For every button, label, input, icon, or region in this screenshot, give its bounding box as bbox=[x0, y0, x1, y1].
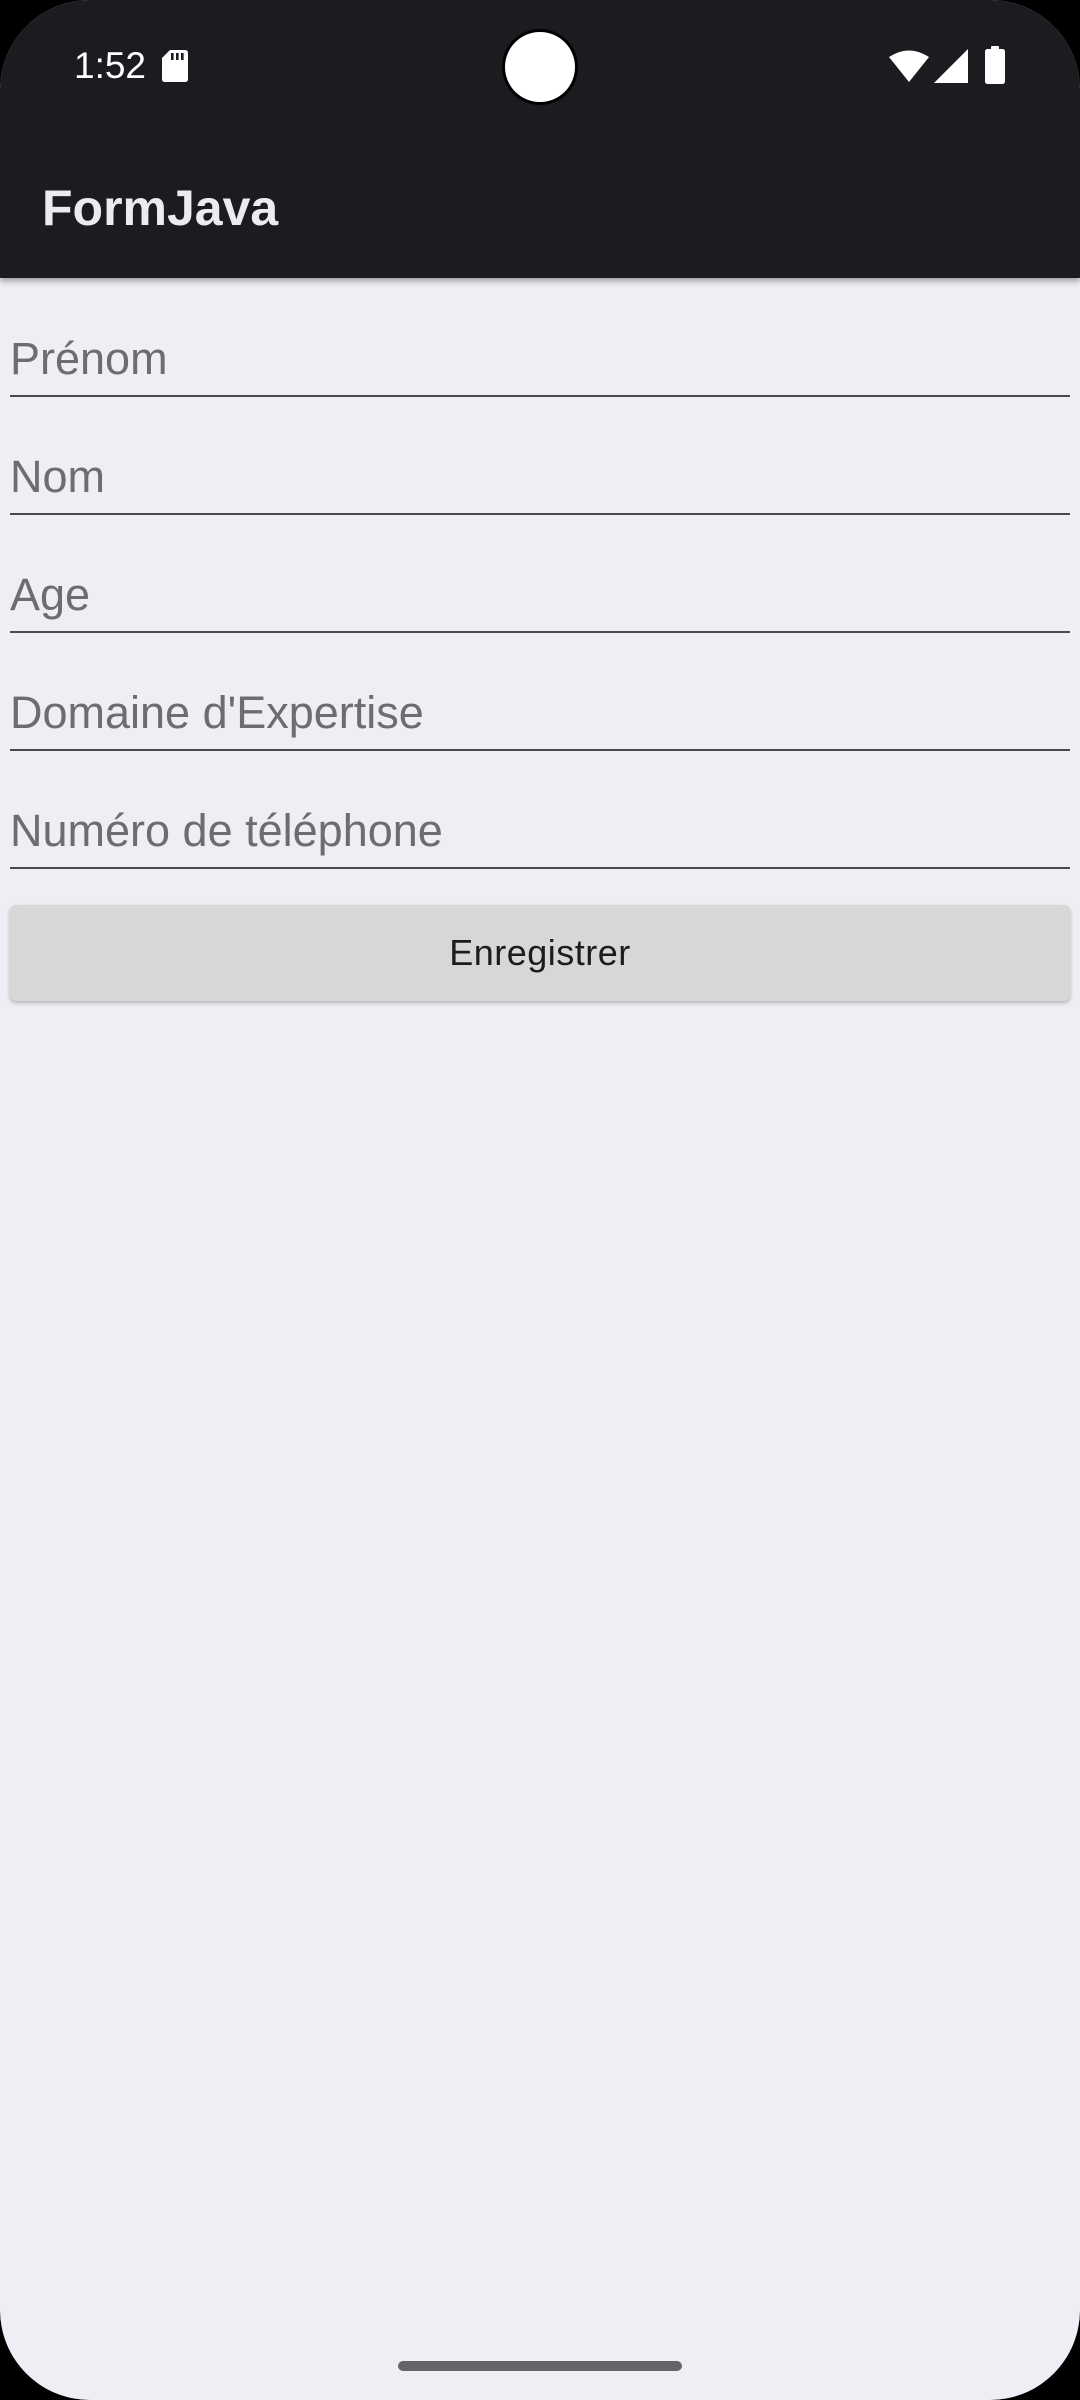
device-frame: 1:52 FormJava Prénom Nom Age Domaine d'E… bbox=[0, 0, 1080, 2400]
phone-field[interactable] bbox=[10, 787, 1070, 869]
age-input[interactable] bbox=[10, 563, 1070, 627]
wifi-icon bbox=[889, 50, 929, 82]
app-title: FormJava bbox=[42, 180, 279, 236]
last-name-field[interactable] bbox=[10, 433, 1070, 515]
expertise-field[interactable] bbox=[10, 669, 1070, 751]
expertise-input[interactable] bbox=[10, 681, 1070, 745]
last-name-input[interactable] bbox=[10, 445, 1070, 509]
screen: 1:52 FormJava Prénom Nom Age Domaine d'E… bbox=[0, 0, 1080, 2400]
first-name-input[interactable] bbox=[10, 327, 1070, 391]
battery-icon bbox=[985, 46, 1005, 84]
save-button[interactable]: Enregistrer bbox=[10, 905, 1070, 1001]
home-indicator[interactable] bbox=[398, 2361, 682, 2371]
camera-cutout bbox=[505, 32, 575, 102]
sd-card-icon bbox=[162, 50, 188, 82]
status-time: 1:52 bbox=[74, 45, 147, 86]
signal-icon bbox=[934, 49, 968, 83]
phone-input[interactable] bbox=[10, 799, 1070, 863]
age-field[interactable] bbox=[10, 551, 1070, 633]
first-name-field[interactable] bbox=[10, 315, 1070, 397]
top-app-bar: 1:52 FormJava bbox=[0, 0, 1080, 278]
